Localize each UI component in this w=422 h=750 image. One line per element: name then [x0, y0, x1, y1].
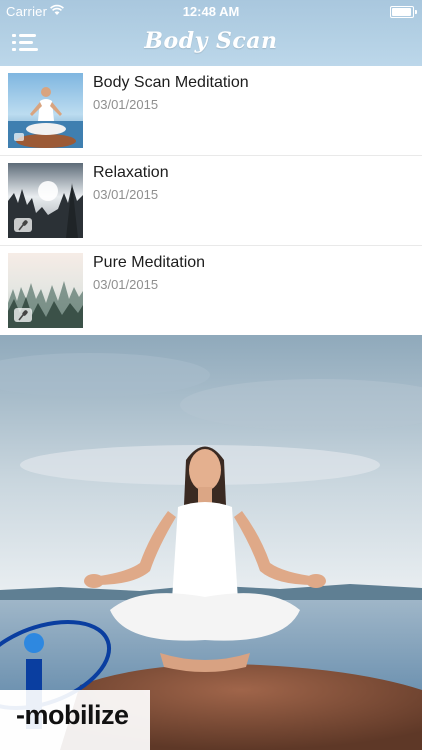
hero-image	[0, 335, 422, 750]
status-time: 12:48 AM	[182, 4, 240, 19]
track-title: Body Scan Meditation	[93, 74, 249, 91]
track-title: Relaxation	[93, 164, 169, 181]
foggy-pines-thumbnail	[8, 253, 83, 328]
track-title: Pure Meditation	[93, 254, 206, 271]
misty-forest-thumbnail	[8, 163, 83, 238]
track-date: 03/01/2015	[93, 187, 159, 202]
microphone-icon	[14, 218, 32, 232]
header: Carrier 12:48 AM Body Scan	[0, 0, 422, 66]
meditating-woman-thumbnail	[8, 73, 83, 148]
track-date: 03/01/2015	[93, 277, 159, 292]
track-row-pure-meditation[interactable]: Pure Meditation 03/01/2015	[0, 246, 422, 336]
status-bar: Carrier 12:48 AM	[0, 0, 422, 22]
track-row-body-scan-meditation[interactable]: Body Scan Meditation 03/01/2015	[0, 66, 422, 156]
i-mobilize-logo: -mobilize	[16, 700, 129, 730]
battery-icon	[390, 6, 417, 18]
page-title: Body Scan	[144, 28, 278, 54]
track-list: Body Scan Meditation 03/01/2015 Relaxati…	[0, 66, 422, 336]
track-date: 03/01/2015	[93, 97, 159, 112]
microphone-icon	[14, 308, 32, 322]
track-row-relaxation[interactable]: Relaxation 03/01/2015	[0, 156, 422, 246]
navigation-bar: Body Scan	[0, 22, 422, 66]
